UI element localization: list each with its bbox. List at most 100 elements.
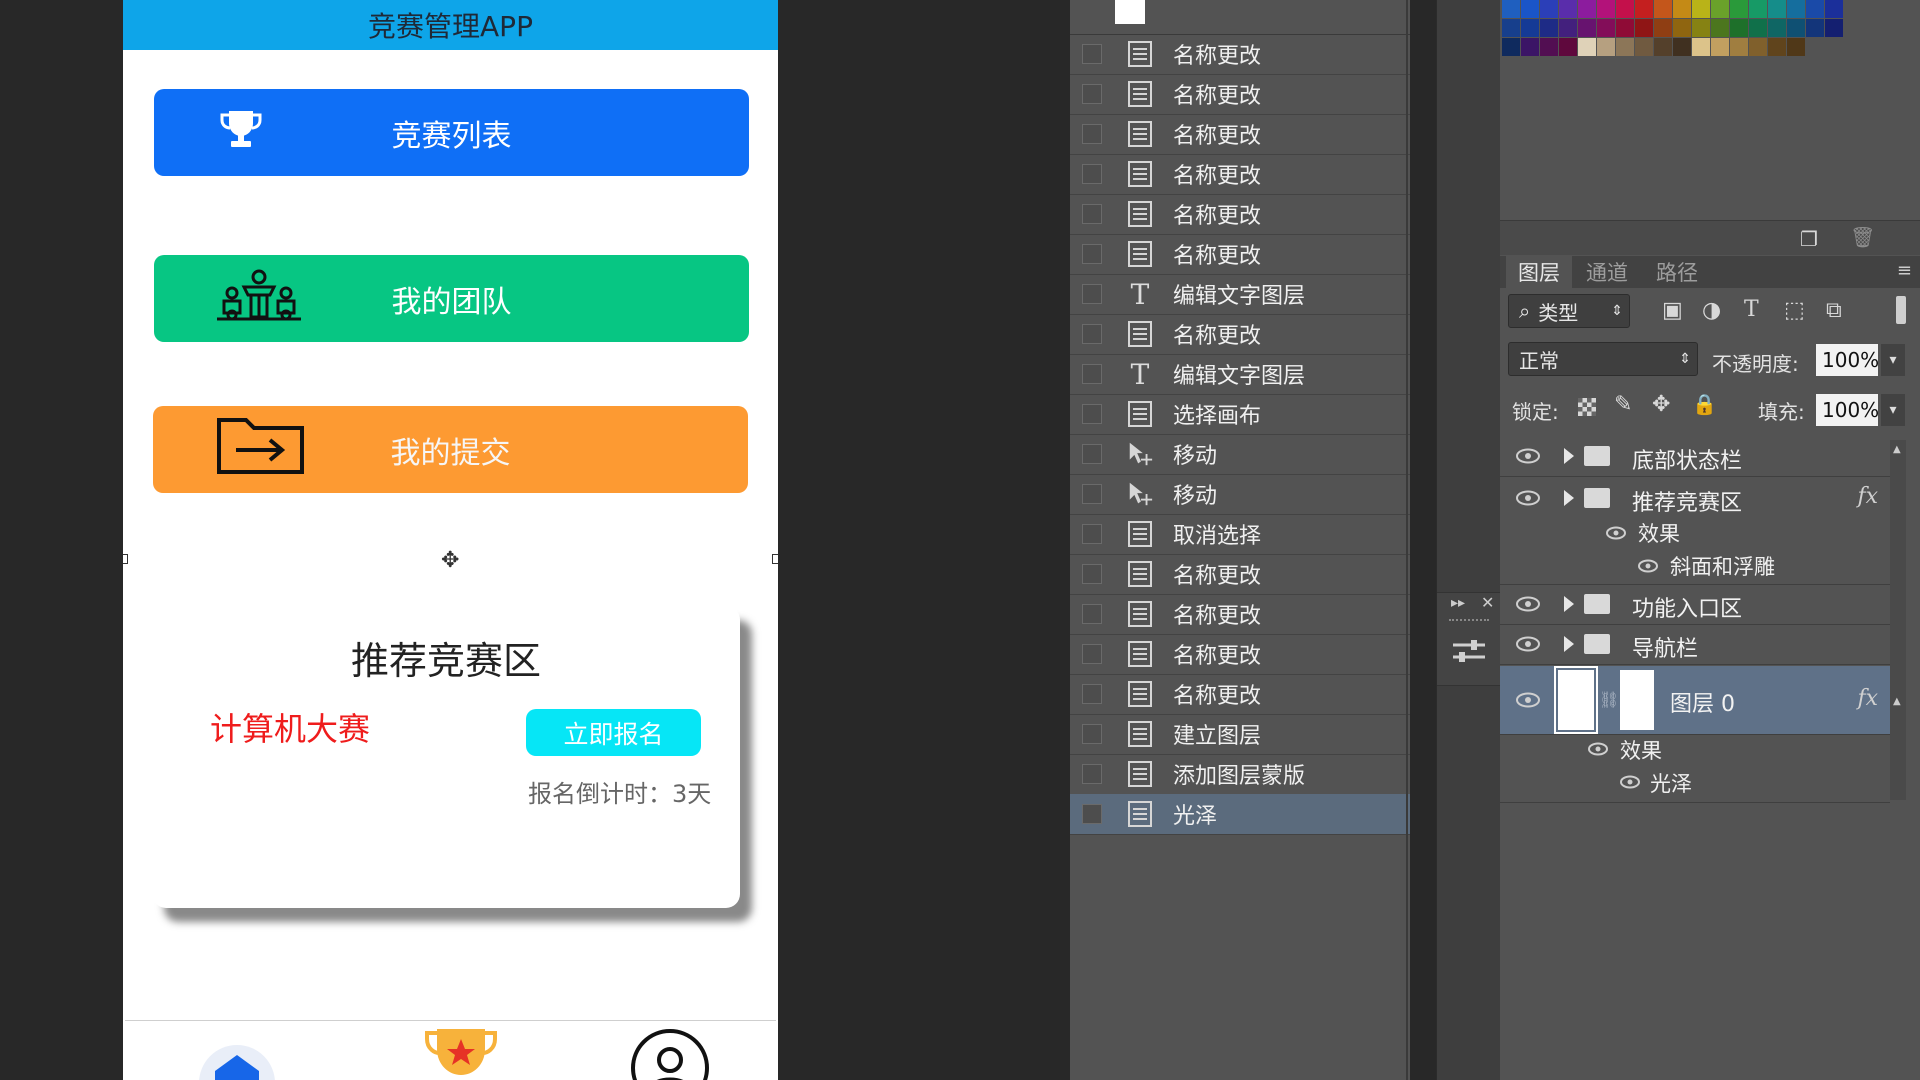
panel-menu-icon[interactable]: ≡: [1897, 260, 1912, 281]
home-icon[interactable]: [197, 1041, 277, 1080]
competition-name[interactable]: 计算机大赛: [210, 704, 370, 750]
fx-icon[interactable]: fx: [1857, 484, 1878, 509]
eye-icon[interactable]: [1638, 559, 1658, 573]
new-swatch-icon[interactable]: ❐: [1800, 227, 1818, 251]
color-swatch[interactable]: [1559, 0, 1577, 18]
color-swatch[interactable]: [1692, 38, 1710, 56]
history-item[interactable]: 光泽: [1070, 794, 1410, 835]
color-swatch[interactable]: [1502, 38, 1520, 56]
effect-satin[interactable]: 光泽: [1650, 768, 1692, 798]
color-swatch[interactable]: [1635, 38, 1653, 56]
eye-icon[interactable]: [1516, 596, 1540, 612]
history-checkbox[interactable]: [1082, 644, 1102, 664]
color-swatch[interactable]: [1616, 0, 1634, 18]
close-icon[interactable]: ✕: [1481, 593, 1494, 612]
adjustment-filter-icon[interactable]: ◑: [1702, 298, 1721, 323]
history-checkbox[interactable]: [1082, 364, 1102, 384]
color-swatch[interactable]: [1616, 38, 1634, 56]
history-item[interactable]: 名称更改: [1070, 114, 1410, 155]
color-swatch[interactable]: [1578, 19, 1596, 37]
color-swatch[interactable]: [1787, 0, 1805, 18]
layer-bottom-status-bar[interactable]: 底部状态栏: [1500, 436, 1890, 477]
filter-toggle[interactable]: [1896, 296, 1906, 324]
expand-arrow-icon[interactable]: [1564, 596, 1574, 612]
history-item[interactable]: 移动: [1070, 434, 1410, 475]
history-checkbox[interactable]: [1082, 284, 1102, 304]
trophy-star-icon[interactable]: [423, 1025, 499, 1080]
fill-dropdown[interactable]: ▾: [1881, 394, 1905, 426]
transform-handle-left[interactable]: [123, 554, 128, 564]
history-checkbox[interactable]: [1082, 764, 1102, 784]
competition-list-button[interactable]: 竞赛列表: [154, 89, 749, 176]
history-checkbox[interactable]: [1082, 244, 1102, 264]
history-checkbox[interactable]: [1082, 604, 1102, 624]
fill-input[interactable]: 100%: [1816, 394, 1879, 426]
color-swatch[interactable]: [1540, 19, 1558, 37]
history-checkbox[interactable]: [1082, 724, 1102, 744]
color-swatch[interactable]: [1825, 19, 1843, 37]
history-item[interactable]: 取消选择: [1070, 514, 1410, 555]
blend-mode-select[interactable]: 正常 ⇕: [1508, 342, 1698, 376]
history-checkbox[interactable]: [1082, 684, 1102, 704]
history-item[interactable]: 名称更改: [1070, 154, 1410, 195]
my-submission-button[interactable]: 我的提交: [153, 406, 748, 493]
history-item[interactable]: T 编辑文字图层: [1070, 354, 1410, 395]
color-swatch[interactable]: [1502, 0, 1520, 18]
expand-arrow-icon[interactable]: [1564, 448, 1574, 464]
eye-icon[interactable]: [1588, 742, 1608, 756]
tab-layers[interactable]: 图层: [1506, 256, 1572, 288]
fx-icon[interactable]: fx: [1857, 686, 1878, 711]
color-swatch[interactable]: [1749, 0, 1767, 18]
lock-transparent-icon[interactable]: [1578, 398, 1596, 416]
history-checkbox[interactable]: [1082, 444, 1102, 464]
eye-icon[interactable]: [1620, 775, 1640, 789]
history-item[interactable]: 建立图层: [1070, 714, 1410, 755]
history-checkbox[interactable]: [1082, 164, 1102, 184]
history-item[interactable]: 移动: [1070, 474, 1410, 515]
opacity-input[interactable]: 100%: [1816, 344, 1879, 376]
lock-move-icon[interactable]: ✥: [1652, 392, 1670, 417]
lock-all-icon[interactable]: 🔒: [1692, 392, 1717, 416]
color-swatch[interactable]: [1559, 19, 1577, 37]
color-swatch[interactable]: [1521, 38, 1539, 56]
history-item[interactable]: 名称更改: [1070, 194, 1410, 235]
eye-icon[interactable]: [1606, 526, 1626, 540]
shape-filter-icon[interactable]: ⬚: [1784, 298, 1805, 323]
trash-icon[interactable]: 🗑: [1850, 225, 1875, 249]
color-swatch[interactable]: [1749, 19, 1767, 37]
smart-object-filter-icon[interactable]: ⧉: [1826, 298, 1842, 323]
grip-icon[interactable]: [1449, 619, 1489, 621]
color-swatch[interactable]: [1692, 19, 1710, 37]
color-swatch[interactable]: [1806, 0, 1824, 18]
history-item[interactable]: 名称更改: [1070, 674, 1410, 715]
layers-scrollbar[interactable]: ▲ ▲: [1890, 440, 1906, 800]
opacity-dropdown[interactable]: ▾: [1881, 344, 1905, 376]
history-item[interactable]: 名称更改: [1070, 34, 1410, 75]
color-swatch[interactable]: [1616, 19, 1634, 37]
layer-recommend-area[interactable]: 推荐竞赛区 fx 效果 斜面和浮雕: [1500, 476, 1890, 585]
color-swatch[interactable]: [1787, 38, 1805, 56]
history-item[interactable]: 名称更改: [1070, 234, 1410, 275]
color-swatch[interactable]: [1540, 0, 1558, 18]
color-swatch[interactable]: [1749, 38, 1767, 56]
link-icon[interactable]: ⛓: [1599, 690, 1619, 709]
history-item[interactable]: 添加图层蒙版: [1070, 754, 1410, 795]
color-swatch[interactable]: [1559, 38, 1577, 56]
color-swatch[interactable]: [1521, 19, 1539, 37]
color-swatch[interactable]: [1768, 19, 1786, 37]
transform-handle-right[interactable]: [772, 554, 778, 564]
expand-arrow-icon[interactable]: [1564, 636, 1574, 652]
history-item[interactable]: T 编辑文字图层: [1070, 274, 1410, 315]
history-checkbox[interactable]: [1082, 44, 1102, 64]
color-swatch[interactable]: [1578, 38, 1596, 56]
history-item[interactable]: 名称更改: [1070, 554, 1410, 595]
effect-bevel-emboss[interactable]: 斜面和浮雕: [1670, 551, 1775, 581]
color-swatch[interactable]: [1692, 0, 1710, 18]
tab-paths[interactable]: 路径: [1644, 256, 1710, 288]
expand-panels-icon[interactable]: ▸▸: [1451, 595, 1465, 611]
history-item[interactable]: 名称更改: [1070, 634, 1410, 675]
history-item[interactable]: 名称更改: [1070, 74, 1410, 115]
color-swatch[interactable]: [1768, 38, 1786, 56]
color-swatch[interactable]: [1654, 19, 1672, 37]
history-checkbox[interactable]: [1082, 84, 1102, 104]
